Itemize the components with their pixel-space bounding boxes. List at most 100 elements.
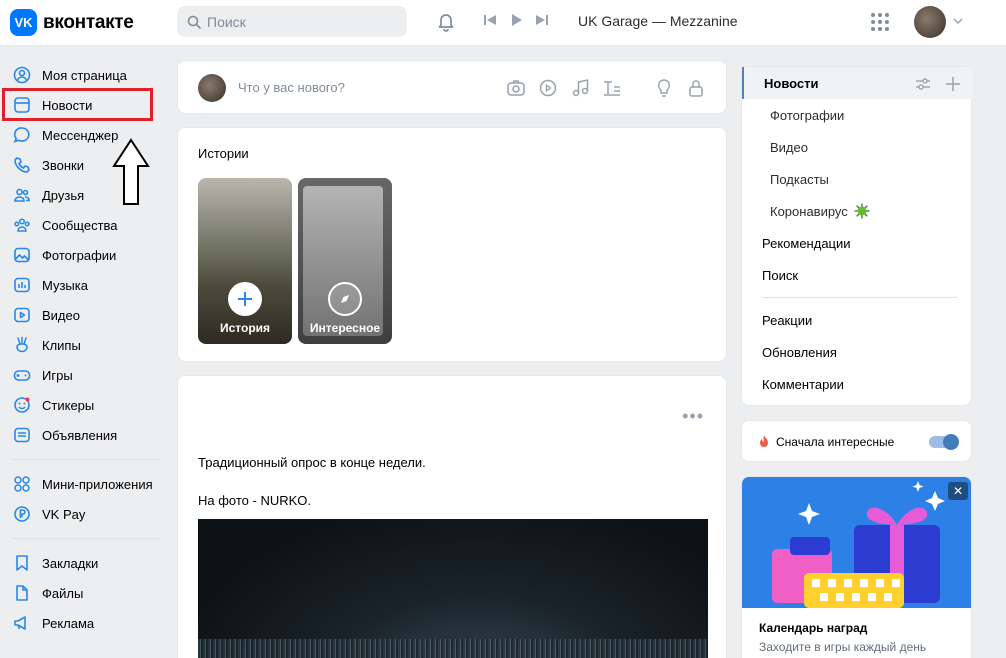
sidebar-item-label: Моя страница (42, 67, 127, 83)
sidebar-item-label: Файлы (42, 585, 84, 601)
up-arrow-annotation (112, 138, 150, 205)
filter-label: Реакции (762, 312, 813, 328)
sidebar-item-video[interactable]: Видео (0, 300, 170, 330)
sidebar-item-news[interactable]: Новости (0, 90, 170, 120)
story-label: Интересное (309, 321, 381, 335)
profile-avatar[interactable] (914, 6, 946, 38)
sidebar-item-label: Мессенджер (42, 127, 119, 143)
post-text: Традиционный опрос в конце недели. (198, 455, 426, 470)
story-create[interactable]: История (198, 178, 292, 344)
next-track-icon[interactable] (535, 13, 549, 27)
sidebar-item-files[interactable]: Файлы (0, 578, 170, 608)
sidebar-item-games[interactable]: Игры (0, 360, 170, 390)
filter-label: Подкасты (770, 171, 829, 187)
text-article-icon[interactable] (602, 78, 622, 98)
post-photo[interactable] (198, 519, 708, 658)
sidebar-item-communities[interactable]: Сообщества (0, 210, 170, 240)
vk-logo[interactable]: VK вконтакте (10, 9, 134, 36)
search-box[interactable] (177, 6, 407, 37)
sidebar-item-music[interactable]: Музыка (0, 270, 170, 300)
sort-toggle[interactable] (929, 434, 959, 450)
filter-label: Видео (770, 139, 808, 155)
menu-divider (762, 297, 957, 298)
sidebar-item-label: Видео (42, 307, 80, 323)
classifieds-icon (12, 425, 32, 445)
filter-updates[interactable]: Обновления (742, 336, 973, 368)
sidebar-item-label: Стикеры (42, 397, 95, 413)
promo-subtitle: Заходите в игры каждый день (759, 640, 927, 654)
now-playing-title[interactable]: UK Garage — Mezzanine (578, 13, 738, 29)
lock-icon[interactable] (686, 78, 706, 98)
sidebar-item-photos[interactable]: Фотографии (0, 240, 170, 270)
promo-title: Календарь наград (759, 621, 868, 635)
filter-label: Новости (764, 75, 819, 91)
composer-attachments (506, 78, 706, 98)
sidebar-item-label: Клипы (42, 337, 81, 353)
sidebar-item-clips[interactable]: Клипы (0, 330, 170, 360)
plus-icon[interactable] (945, 76, 961, 92)
vk-logo-mark: VK (10, 9, 37, 36)
ads-icon (12, 613, 32, 633)
vk-logo-text: вконтакте (43, 11, 134, 33)
rewards-calendar-promo[interactable]: ✕ Календарь наград Заходите в игры кажды… (741, 476, 972, 658)
add-story-button[interactable] (228, 282, 262, 316)
sidebar-item-my-page[interactable]: Моя страница (0, 60, 170, 90)
music-note-icon[interactable] (570, 78, 590, 98)
video-play-icon[interactable] (538, 78, 558, 98)
filter-reactions[interactable]: Реакции (742, 304, 973, 336)
vkpay-icon (12, 504, 32, 524)
play-icon[interactable] (509, 13, 523, 27)
story-interesting[interactable]: Интересное (298, 178, 392, 344)
settings-sliders-icon[interactable] (915, 76, 931, 92)
composer-avatar (198, 74, 226, 102)
filter-recommendations[interactable]: Рекомендации (742, 227, 973, 259)
fire-icon (760, 435, 768, 447)
bell-icon[interactable] (435, 10, 457, 32)
sidebar-item-classifieds[interactable]: Объявления (0, 420, 170, 450)
sidebar-item-ads[interactable]: Реклама (0, 608, 170, 638)
promo-image: ✕ (742, 477, 971, 608)
sidebar-item-label: Музыка (42, 277, 88, 293)
filter-podcasts[interactable]: Подкасты (742, 163, 973, 195)
phone-icon (12, 155, 32, 175)
files-icon (12, 583, 32, 603)
post-composer: Что у вас нового? (177, 60, 727, 114)
post-text: На фото - NURKO. (198, 493, 312, 508)
close-promo-button[interactable]: ✕ (948, 482, 968, 500)
filter-label: Фотографии (770, 107, 845, 123)
gamepad-icon (12, 365, 32, 385)
sidebar-item-stickers[interactable]: Стикеры (0, 390, 170, 420)
explore-story-button[interactable] (328, 282, 362, 316)
video-icon (12, 305, 32, 325)
chevron-down-icon[interactable] (953, 17, 963, 25)
sidebar-item-label: Сообщества (42, 217, 118, 233)
news-icon (12, 95, 32, 115)
sidebar-item-label: Звонки (42, 157, 84, 173)
previous-track-icon[interactable] (483, 13, 497, 27)
camera-icon[interactable] (506, 78, 526, 98)
filter-search[interactable]: Поиск (742, 259, 973, 291)
sort-interesting-first: Сначала интересные (741, 420, 972, 462)
filter-tools (915, 76, 961, 92)
virus-icon (854, 203, 870, 219)
apps-grid-icon[interactable] (870, 12, 890, 32)
lightbulb-icon[interactable] (654, 78, 674, 98)
filter-label: Поиск (762, 267, 799, 283)
sidebar-item-bookmarks[interactable]: Закладки (0, 548, 170, 578)
sidebar-item-label: Мини-приложения (42, 476, 153, 492)
sidebar-item-vk-pay[interactable]: VK Pay (0, 499, 170, 529)
search-icon (187, 15, 201, 29)
filter-comments[interactable]: Комментарии (742, 368, 973, 400)
apps-icon (12, 474, 32, 494)
post-menu-icon[interactable]: ••• (682, 406, 704, 427)
search-input[interactable] (207, 13, 397, 30)
friends-icon (12, 185, 32, 205)
sidebar-item-label: Фотографии (42, 247, 117, 263)
filter-photos[interactable]: Фотографии (742, 99, 973, 131)
composer-input[interactable]: Что у вас нового? (238, 80, 345, 95)
filter-video[interactable]: Видео (742, 131, 973, 163)
filter-coronavirus[interactable]: Коронавирус (742, 195, 973, 227)
sidebar-item-mini-apps[interactable]: Мини-приложения (0, 469, 170, 499)
sidebar-divider (12, 538, 160, 539)
sidebar-item-label: Новости (42, 97, 93, 113)
